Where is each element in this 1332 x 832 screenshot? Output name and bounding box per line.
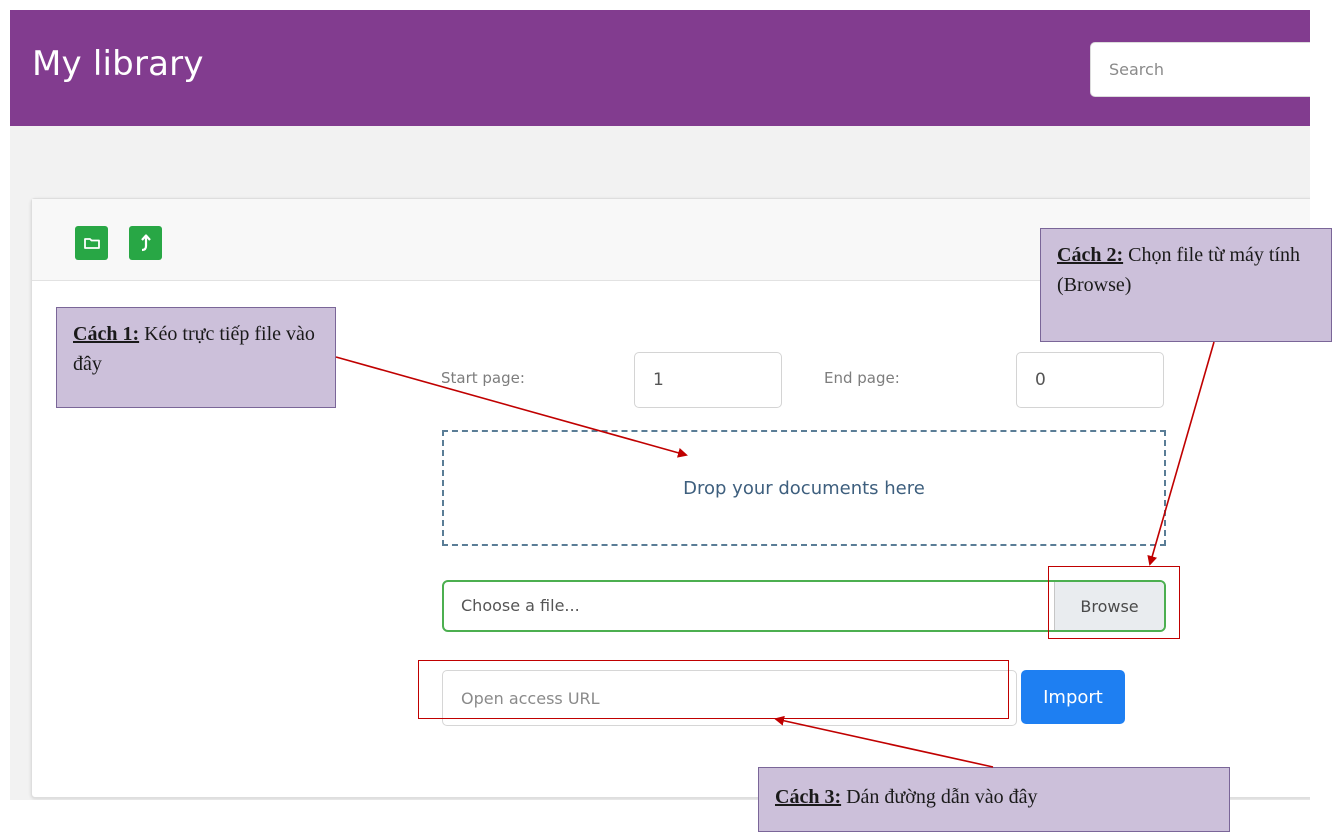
arrow-to-browse [1147,341,1215,566]
arrow-to-url [774,715,994,768]
arrow-to-dropzone [335,356,688,458]
annotation-arrows [335,341,1215,768]
